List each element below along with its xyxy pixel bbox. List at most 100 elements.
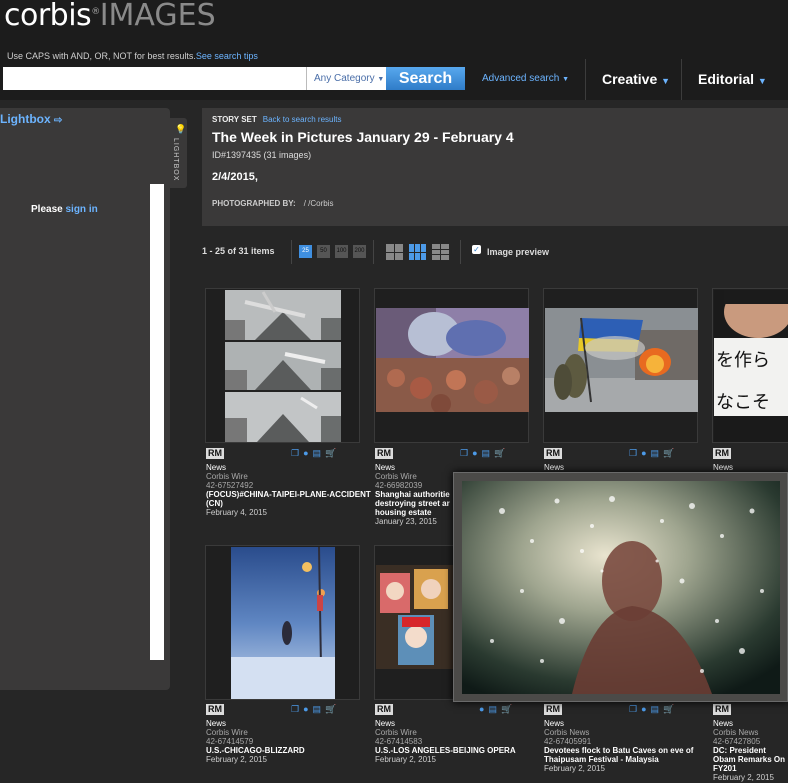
result-category: News [206, 463, 227, 472]
result-category: News [713, 719, 734, 728]
info-icon[interactable]: ▤ [651, 704, 664, 714]
result-meta-8: RM News Corbis News 42-67427805 DC: Pres… [713, 704, 788, 782]
chevron-down-icon: ▼ [377, 76, 385, 83]
result-caption[interactable]: U.S.-CHICAGO-BLIZZARD [206, 746, 371, 755]
page-size-100[interactable]: 100 [335, 245, 348, 258]
add-to-lightbox-icon[interactable]: ❐ [629, 704, 641, 714]
result-caption[interactable]: DC: President Obam Remarks On FY201 [713, 746, 788, 773]
result-id: 42-67405991 [544, 737, 592, 746]
photographed-by: PHOTOGRAPHED BY: / /Corbis [212, 199, 334, 208]
nav-tab-editorial[interactable]: Editorial ▼ [681, 59, 788, 100]
result-card-3[interactable] [543, 288, 698, 443]
license-badge: RM [375, 448, 393, 459]
image-preview-checkbox[interactable]: ✓ [472, 245, 481, 254]
cart-icon[interactable]: 🛒 [663, 448, 678, 458]
lightbulb-icon[interactable]: ● [641, 448, 650, 458]
result-category: News [713, 463, 734, 472]
result-id: 42-67414579 [206, 737, 254, 746]
photographer-name: / /Corbis [303, 199, 334, 208]
lightbulb-icon[interactable]: ● [303, 704, 312, 714]
info-icon[interactable]: ▤ [651, 448, 664, 458]
page-size-200[interactable]: 200 [353, 245, 366, 258]
result-actions: ❐●▤🛒 [291, 448, 340, 459]
result-thumbnail[interactable] [225, 290, 341, 442]
result-category: News [544, 719, 565, 728]
sign-in-link[interactable]: sign in [65, 204, 97, 215]
result-meta-2: RM News Corbis Wire 42-66982039 Shanghai… [375, 448, 453, 526]
result-thumbnail[interactable] [545, 308, 698, 412]
add-to-lightbox-icon[interactable]: ❐ [460, 448, 472, 458]
search-button[interactable]: Search [386, 67, 465, 90]
info-icon[interactable]: ▤ [482, 448, 495, 458]
result-card-6[interactable] [374, 545, 455, 700]
result-id: 42-67527492 [206, 481, 254, 490]
license-badge: RM [544, 704, 562, 715]
result-thumbnail[interactable] [376, 308, 529, 412]
cart-icon[interactable]: 🛒 [494, 448, 509, 458]
result-category: News [206, 719, 227, 728]
lightbulb-icon[interactable]: ● [472, 448, 481, 458]
license-badge: RM [713, 448, 731, 459]
info-icon[interactable]: ▤ [313, 704, 326, 714]
result-caption[interactable]: Devotees flock to Batu Caves on eve of T… [544, 746, 709, 764]
result-thumbnail[interactable] [376, 565, 455, 669]
cart-icon[interactable]: 🛒 [663, 704, 678, 714]
image-preview-popup[interactable] [453, 472, 788, 702]
cart-icon[interactable]: 🛒 [325, 448, 340, 458]
result-thumbnail[interactable]: を作ら なこそ [714, 290, 788, 442]
lightbox-tab-label: LIGHTBOX [172, 138, 179, 182]
result-actions: ●▤🛒 [479, 704, 516, 715]
result-id: 42-67414583 [375, 737, 423, 746]
divider [291, 240, 292, 264]
chevron-down-icon: ▼ [661, 76, 671, 86]
lightbox-scrollbar[interactable] [150, 184, 164, 660]
list-view-icon[interactable] [432, 244, 449, 260]
page-size-25[interactable]: 25 [299, 245, 312, 258]
result-source: Corbis Wire [206, 472, 248, 481]
result-card-2[interactable] [374, 288, 529, 443]
search-tip: Use CAPS with AND, OR, NOT for best resu… [7, 51, 258, 61]
cart-icon[interactable]: 🛒 [501, 704, 516, 714]
nav-tab-creative[interactable]: Creative ▼ [585, 59, 681, 100]
info-icon[interactable]: ▤ [313, 448, 326, 458]
add-to-lightbox-icon[interactable]: ❐ [291, 704, 303, 714]
info-icon[interactable]: ▤ [488, 704, 501, 714]
lightbox-title[interactable]: Lightbox ⇨ [0, 112, 62, 126]
advanced-search-link[interactable]: Advanced search ▼ [482, 73, 569, 84]
result-thumbnail[interactable] [231, 547, 335, 699]
add-to-lightbox-icon[interactable]: ❐ [291, 448, 303, 458]
result-card-4[interactable]: を作ら なこそ [712, 288, 788, 443]
page-size-50[interactable]: 50 [317, 245, 330, 258]
category-dropdown[interactable]: Any Category ▼ [306, 67, 386, 90]
lightbulb-icon[interactable]: ● [303, 448, 312, 458]
story-id: ID#1397435 (31 images) [212, 150, 312, 160]
lightbulb-icon: 💡 [175, 124, 187, 134]
result-caption[interactable]: (FOCUS)#CHINA-TAIPEI-PLANE-ACCIDENT (CN) [206, 490, 371, 508]
story-title: The Week in Pictures January 29 - Februa… [212, 129, 514, 145]
lightbox-content [0, 184, 150, 660]
result-id: 42-67427805 [713, 737, 761, 746]
lightbulb-icon[interactable]: ● [641, 704, 650, 714]
result-caption[interactable]: U.S.-LOS ANGELES-BEIJING OPERA [375, 746, 540, 755]
search-tip-text: Use CAPS with AND, OR, NOT for best resu… [7, 51, 196, 61]
license-badge: RM [206, 448, 224, 459]
result-caption[interactable]: Shanghai authoritie destroying street ar… [375, 490, 453, 517]
license-badge: RM [375, 704, 393, 715]
cart-icon[interactable]: 🛒 [325, 704, 340, 714]
result-card-1[interactable] [205, 288, 360, 443]
svg-text:を作ら: を作ら [716, 350, 770, 371]
back-to-results-link[interactable]: Back to search results [263, 115, 342, 124]
story-kicker: STORY SET Back to search results [212, 115, 341, 124]
corbis-logo[interactable]: corbis®IMAGES [4, 0, 216, 33]
chevron-down-icon: ▼ [562, 76, 569, 83]
see-search-tips-link[interactable]: See search tips [196, 51, 258, 61]
large-grid-view-icon[interactable] [386, 244, 403, 260]
add-to-lightbox-icon[interactable]: ❐ [629, 448, 641, 458]
logo-images-text: IMAGES [99, 0, 216, 33]
please-text: Please [31, 204, 63, 215]
search-input[interactable] [3, 67, 306, 90]
result-source: Corbis News [713, 728, 759, 737]
preview-image[interactable] [462, 481, 780, 694]
medium-grid-view-icon[interactable] [409, 244, 426, 260]
result-card-5[interactable] [205, 545, 360, 700]
